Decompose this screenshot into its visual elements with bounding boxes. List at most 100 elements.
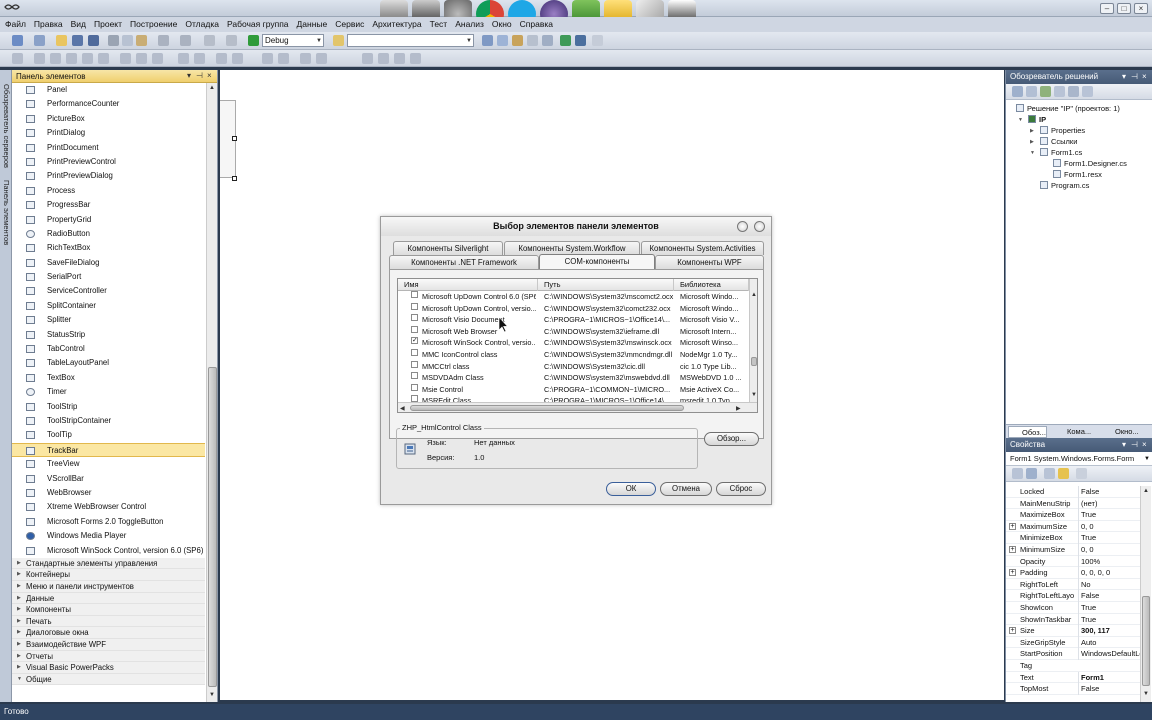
tab-order-icon[interactable] <box>410 53 421 64</box>
component-row[interactable]: Microsoft Visio Document C:\PROGRA~1\MICR… <box>398 314 749 326</box>
help-icon[interactable] <box>737 221 748 232</box>
tab-toolbox[interactable]: Панель элементов <box>2 180 11 245</box>
toolbox-category[interactable]: Меню и панели инструментов <box>12 581 205 593</box>
object-browser-icon[interactable] <box>512 35 523 46</box>
component-row[interactable]: MMCCtrl class C:\WINDOWS\System32\cic.dll… <box>398 360 749 373</box>
property-value[interactable]: True <box>1078 602 1140 614</box>
toolbox-item[interactable]: TextBox <box>12 371 205 385</box>
toolbox-item[interactable]: Splitter <box>12 313 205 327</box>
menu-edit[interactable]: Правка <box>31 17 68 32</box>
property-value[interactable]: Auto <box>1078 636 1140 649</box>
events-icon[interactable] <box>1058 468 1069 479</box>
toolbox-item[interactable]: Timer <box>12 385 205 399</box>
property-row[interactable]: Tag <box>1006 660 1140 672</box>
property-row[interactable]: ShowInTaskbar True <box>1006 613 1140 626</box>
toolbox-item[interactable]: PrintPreviewControl <box>12 155 205 169</box>
properties-scrollbar[interactable]: ▲ ▼ <box>1140 486 1151 702</box>
property-value[interactable]: True <box>1078 509 1140 521</box>
find-combo[interactable]: ▼ <box>347 34 474 47</box>
toolbox-item[interactable]: SplitContainer <box>12 299 205 313</box>
tree-properties[interactable]: Properties <box>1040 125 1085 136</box>
show-all-files-icon[interactable] <box>1026 86 1037 97</box>
class-diagram-icon[interactable] <box>1082 86 1093 97</box>
tab-system-workflow[interactable]: Компоненты System.Workflow <box>504 241 640 255</box>
component-checkbox[interactable] <box>411 360 418 368</box>
menu-test[interactable]: Тест <box>427 17 453 32</box>
scroll-down-icon[interactable]: ▼ <box>1143 691 1149 697</box>
property-row[interactable]: MaximizeBox True <box>1006 509 1140 521</box>
refresh-icon[interactable] <box>1040 86 1051 97</box>
component-checkbox[interactable] <box>411 349 418 356</box>
toolbox-category[interactable]: Данные <box>12 592 205 605</box>
toolbox-item[interactable]: ServiceController <box>12 284 205 298</box>
component-row[interactable]: MMC IconControl class C:\WINDOWS\System32… <box>398 349 749 361</box>
toolbox-item[interactable]: RadioButton <box>12 227 205 241</box>
menu-data[interactable]: Данные <box>294 17 333 32</box>
component-row[interactable]: ✓ Microsoft WinSock Control, versio... C:\… <box>398 337 749 349</box>
toolbox-category[interactable]: Печать <box>12 615 205 628</box>
toolbox-item[interactable]: TableLayoutPanel <box>12 356 205 370</box>
minimize-button[interactable]: – <box>1100 3 1114 14</box>
toolbox-item[interactable]: Panel <box>12 83 205 97</box>
property-row[interactable]: RightToLeftLayo False <box>1006 590 1140 602</box>
component-row[interactable]: Microsoft UpDown Control 6.0 (SP6) C:\WIN… <box>398 291 749 303</box>
property-value[interactable]: True <box>1078 613 1140 626</box>
property-row[interactable]: RightToLeft No <box>1006 578 1140 591</box>
toolbox-item[interactable]: SaveFileDialog <box>12 256 205 270</box>
align-left-icon[interactable] <box>12 53 23 64</box>
component-checkbox[interactable] <box>411 291 418 298</box>
property-value[interactable]: True <box>1078 532 1140 544</box>
property-value[interactable]: 100% <box>1078 555 1140 568</box>
tab-solution-explorer[interactable]: Обоз... <box>1008 426 1047 438</box>
property-value[interactable]: No <box>1078 578 1140 591</box>
find-in-files-icon[interactable] <box>333 35 344 46</box>
toolbox-category[interactable]: Visual Basic PowerPacks <box>12 662 205 674</box>
tree-form1[interactable]: Form1.cs <box>1040 147 1082 158</box>
property-row[interactable]: + Size 300, 117 <box>1006 625 1140 637</box>
property-row[interactable]: + Padding 0, 0, 0, 0 <box>1006 567 1140 579</box>
toolbox-item[interactable]: ToolTip <box>12 428 205 442</box>
toolbox-category[interactable]: Компоненты <box>12 604 205 616</box>
menu-architecture[interactable]: Архитектура <box>369 17 426 32</box>
solution-explorer-icon[interactable] <box>482 35 493 46</box>
menu-team[interactable]: Рабочая группа <box>224 17 294 32</box>
toolbox-item[interactable]: TabControl <box>12 342 205 356</box>
toolbox-item[interactable]: SerialPort <box>12 270 205 284</box>
same-height-icon[interactable] <box>136 53 147 64</box>
property-row[interactable]: + MinimumSize 0, 0 <box>1006 544 1140 556</box>
extension-manager-icon[interactable] <box>560 35 571 46</box>
reset-button[interactable]: Сброс <box>716 482 766 496</box>
resize-handle[interactable] <box>232 136 237 141</box>
property-value[interactable]: False <box>1078 590 1140 602</box>
column-library[interactable]: Библиотека <box>674 279 749 291</box>
table-hscrollbar[interactable]: ◀ ▶ <box>398 402 757 412</box>
property-value[interactable]: 300, 117 <box>1078 625 1140 637</box>
property-row[interactable]: StartPosition WindowsDefaultLo <box>1006 648 1140 660</box>
expand-icon[interactable]: ▶ <box>1030 139 1034 145</box>
cut-icon[interactable] <box>108 35 119 46</box>
expand-icon[interactable]: + <box>1009 569 1016 577</box>
component-checkbox[interactable] <box>411 383 418 391</box>
toolbox-category[interactable]: Диалоговые окна <box>12 627 205 640</box>
property-row[interactable]: Opacity 100% <box>1006 555 1140 568</box>
toolbox-category-expanded[interactable]: Общие <box>12 673 205 686</box>
form-preview[interactable] <box>220 100 237 181</box>
toolbox-item[interactable]: WebBrowser <box>12 486 205 500</box>
property-row[interactable]: Text Form1 <box>1006 671 1140 684</box>
pin-icon[interactable]: ⊣ <box>1131 70 1138 84</box>
bring-to-front-icon[interactable] <box>300 53 311 64</box>
align-center-icon[interactable] <box>34 53 45 64</box>
toolbox-category[interactable]: Контейнеры <box>12 569 205 582</box>
expand-icon[interactable]: + <box>1009 522 1016 530</box>
collapse-icon[interactable]: ▼ <box>1030 150 1035 156</box>
property-row[interactable]: ShowIcon True <box>1006 602 1140 614</box>
same-size-icon[interactable] <box>152 53 163 64</box>
tab-net-framework[interactable]: Компоненты .NET Framework <box>389 255 539 269</box>
component-checkbox[interactable] <box>411 325 418 333</box>
property-value[interactable]: WindowsDefaultLo <box>1078 648 1140 660</box>
tab-order-icon[interactable] <box>362 53 373 64</box>
center-horizontally-icon[interactable] <box>262 53 273 64</box>
toolbox-item[interactable]: PictureBox <box>12 112 205 126</box>
scroll-up-icon[interactable]: ▲ <box>209 85 215 91</box>
component-checkbox[interactable] <box>411 314 418 322</box>
